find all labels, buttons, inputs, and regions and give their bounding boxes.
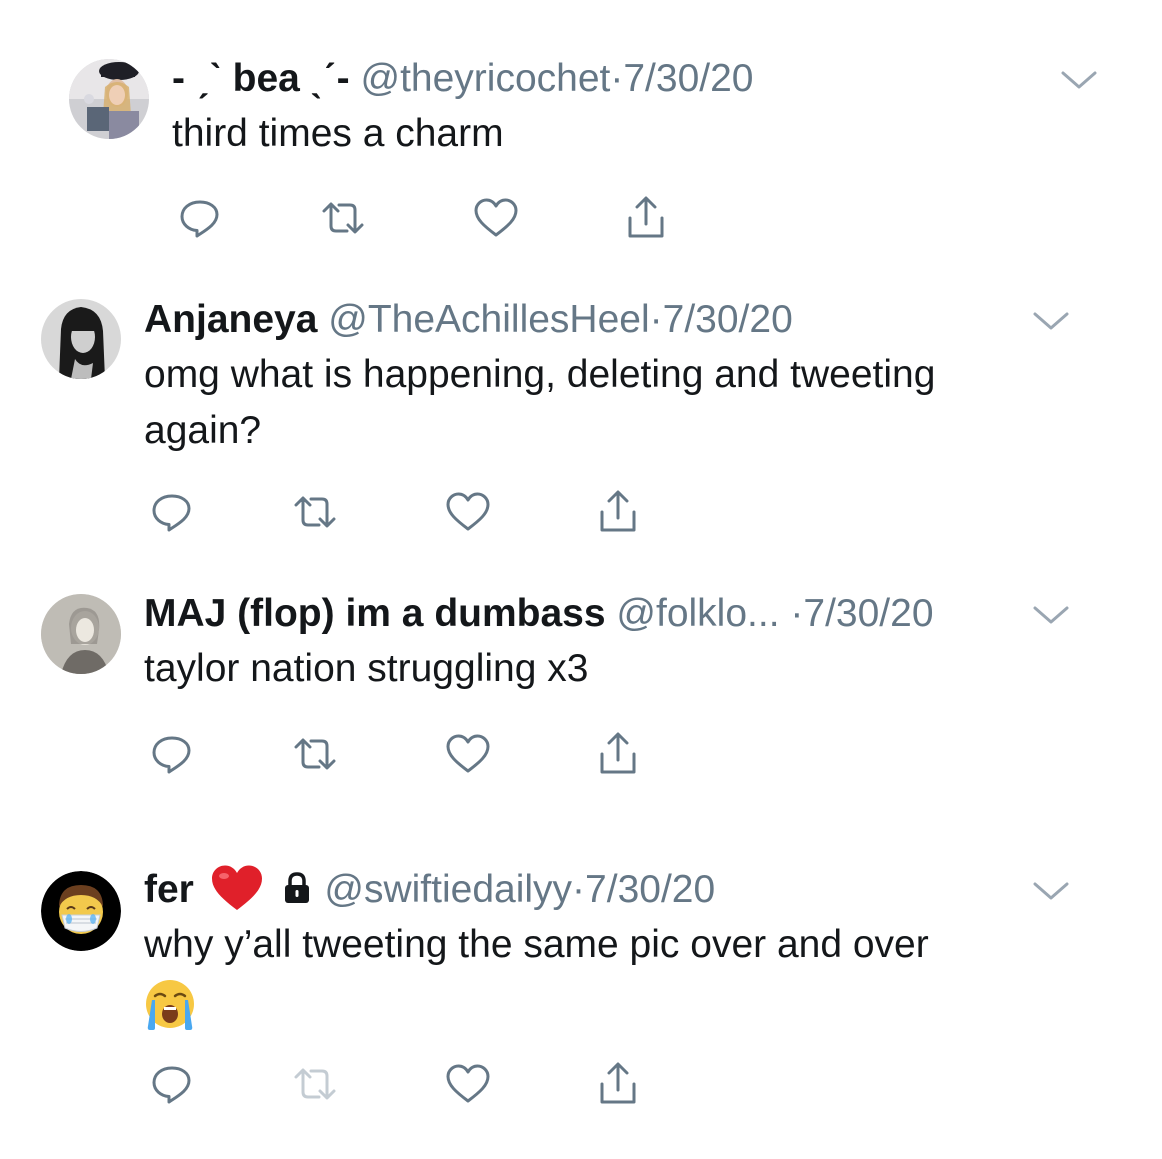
display-name[interactable]: - ˏˋ bea ˎˊ-: [172, 57, 350, 100]
reply-button[interactable]: [148, 1060, 196, 1108]
share-button[interactable]: [594, 730, 642, 778]
retweet-button[interactable]: [291, 488, 339, 536]
chevron-down-icon[interactable]: [1031, 308, 1071, 334]
timestamp[interactable]: 7/30/20: [623, 57, 753, 100]
tweet[interactable]: Anjaneya @TheAchillesHeel·7/30/20 omg wh…: [0, 290, 1162, 580]
tweet-header: Anjaneya @TheAchillesHeel·7/30/20: [144, 296, 793, 344]
like-icon: [446, 734, 490, 773]
username[interactable]: @swiftiedailyy: [324, 868, 572, 911]
separator-dot: ·: [649, 298, 663, 341]
timestamp[interactable]: 7/30/20: [663, 298, 793, 341]
display-name[interactable]: MAJ (flop) im a dumbass: [144, 592, 606, 635]
timestamp[interactable]: 7/30/20: [803, 592, 933, 635]
reply-button[interactable]: [148, 730, 196, 778]
reply-icon: [152, 736, 191, 774]
avatar[interactable]: [41, 871, 121, 951]
tweet-text-line: third times a charm: [172, 112, 504, 155]
tweet-text-line: omg what is happening, deleting and twee…: [144, 353, 936, 396]
reply-icon: [152, 494, 191, 532]
tweet[interactable]: - ˏˋ bea ˎˊ- @theyricochet·7/30/20 third…: [0, 0, 1162, 290]
chevron-down-icon[interactable]: [1059, 67, 1099, 93]
tweet-actions: [176, 194, 676, 242]
like-icon: [446, 1064, 490, 1103]
share-button[interactable]: [622, 194, 670, 242]
reply-button[interactable]: [148, 488, 196, 536]
tweet-actions: [148, 488, 648, 536]
like-icon: [474, 198, 518, 237]
username[interactable]: @folklo...: [616, 592, 779, 635]
red-heart-icon: [211, 865, 262, 910]
retweet-button-disabled: [291, 1060, 339, 1108]
chevron-down-icon[interactable]: [1031, 602, 1071, 628]
avatar[interactable]: [41, 594, 121, 674]
timestamp[interactable]: 7/30/20: [585, 868, 715, 911]
share-icon: [600, 490, 636, 532]
retweet-button[interactable]: [319, 194, 367, 242]
tweet-header: - ˏˋ bea ˎˊ- @theyricochet·7/30/20: [172, 55, 753, 103]
avatar[interactable]: [41, 299, 121, 379]
retweet-icon: [322, 202, 364, 234]
display-name[interactable]: Anjaneya: [144, 298, 317, 341]
retweet-button[interactable]: [291, 730, 339, 778]
share-icon: [600, 732, 636, 774]
tweet-header: fer @swiftiedailyy·7/30/20: [144, 865, 715, 914]
share-icon: [628, 196, 664, 238]
tweet-actions: [148, 730, 648, 778]
tweet-text-line: taylor nation struggling x3: [144, 647, 589, 690]
avatar-photo-icon: [69, 59, 149, 139]
tweet-header: MAJ (flop) im a dumbass @folklo... ·7/30…: [144, 590, 934, 638]
reply-button[interactable]: [176, 194, 224, 242]
like-button[interactable]: [444, 730, 492, 778]
like-button[interactable]: [444, 1060, 492, 1108]
separator-dot: ·: [610, 57, 624, 100]
tweet-text-line: why y’all tweeting the same pic over and…: [144, 923, 929, 966]
lock-icon: [284, 871, 309, 903]
username[interactable]: @theyricochet: [360, 57, 610, 100]
retweet-icon: [294, 1068, 336, 1100]
tweet[interactable]: MAJ (flop) im a dumbass @folklo... ·7/30…: [0, 580, 1162, 850]
crying-face-icon: [146, 980, 194, 1030]
display-name[interactable]: fer: [144, 868, 194, 911]
retweet-icon: [294, 738, 336, 770]
like-button[interactable]: [444, 488, 492, 536]
reply-icon: [152, 1066, 191, 1104]
username[interactable]: @TheAchillesHeel: [328, 298, 649, 341]
separator-dot: ·: [572, 868, 586, 911]
avatar[interactable]: [69, 59, 149, 139]
avatar-photo-icon: [41, 594, 121, 674]
tweet-text-line: again?: [144, 409, 262, 452]
tweet-actions: [148, 1060, 648, 1108]
reply-icon: [180, 200, 219, 238]
mask-face-emoji-icon: [41, 871, 121, 951]
retweet-icon: [294, 496, 336, 528]
like-icon: [446, 492, 490, 531]
share-icon: [600, 1062, 636, 1104]
share-button[interactable]: [594, 1060, 642, 1108]
separator-dot: ·: [790, 592, 804, 635]
chevron-down-icon[interactable]: [1031, 878, 1071, 904]
like-button[interactable]: [472, 194, 520, 242]
tweet[interactable]: fer @swiftiedailyy·7/30/20 why y’all twe…: [0, 850, 1162, 1159]
avatar-photo-icon: [41, 299, 121, 379]
share-button[interactable]: [594, 488, 642, 536]
